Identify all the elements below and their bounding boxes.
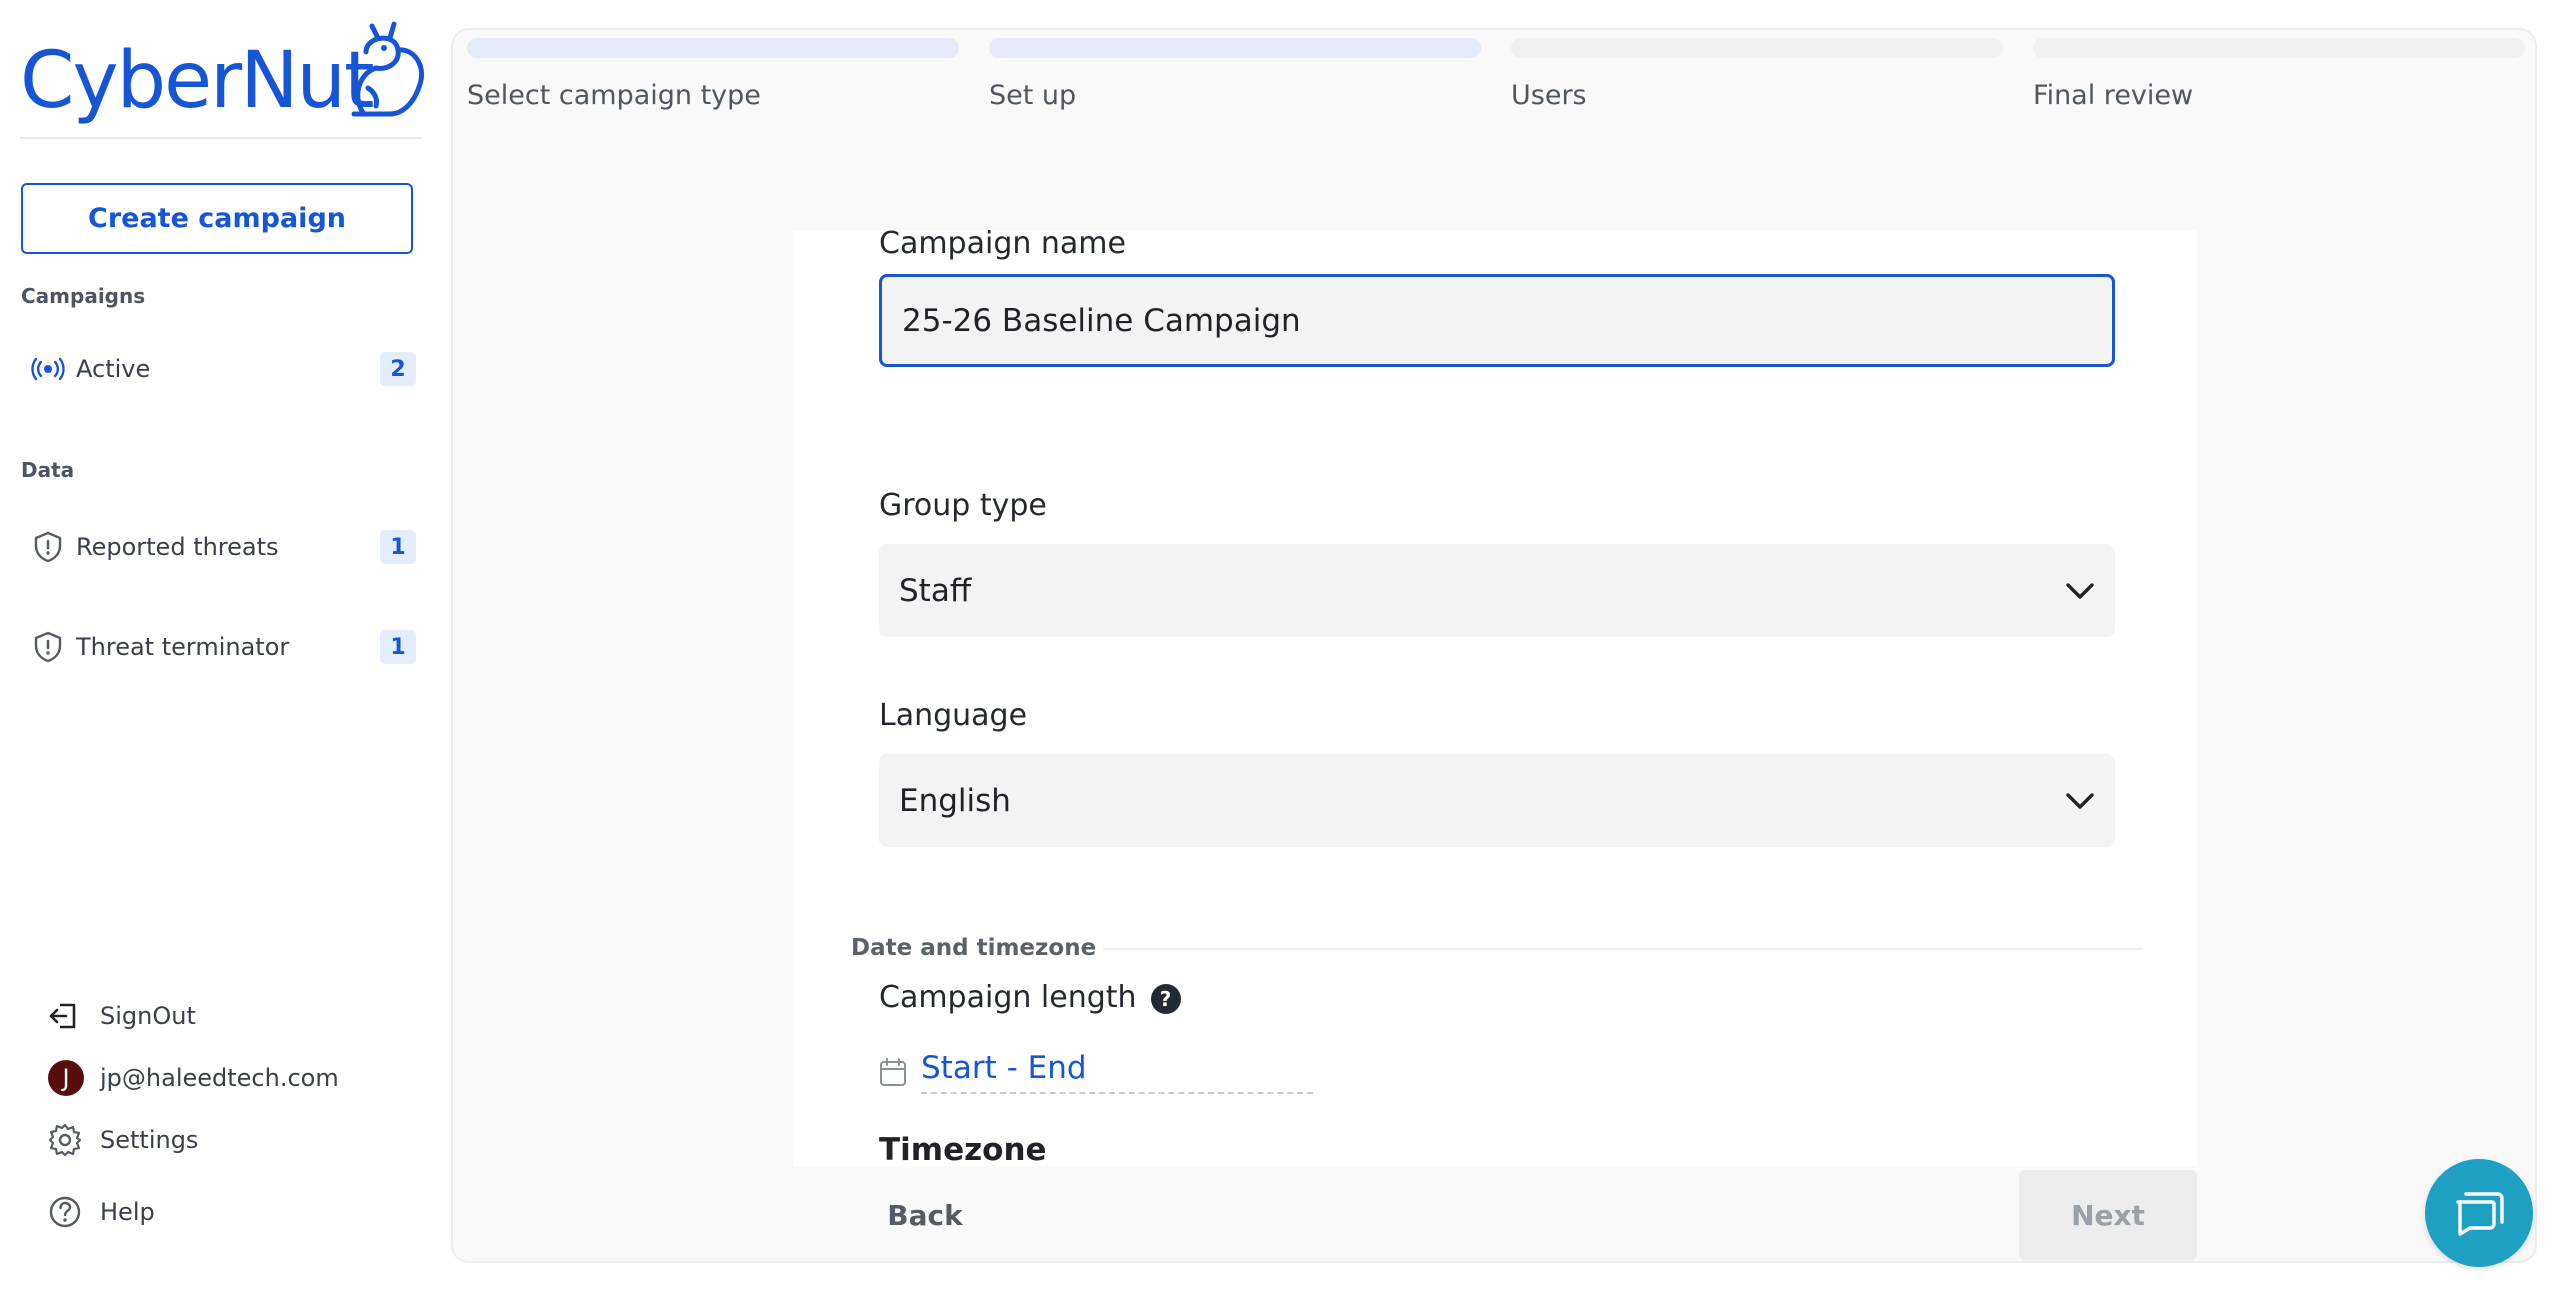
campaign-name-input[interactable]: [879, 274, 2115, 367]
gear-icon: [48, 1123, 100, 1157]
sign-out-label: SignOut: [100, 1002, 196, 1030]
chevron-down-icon: [2066, 582, 2094, 599]
step-users[interactable]: Users: [1511, 38, 2003, 111]
sign-out-icon: [48, 1002, 100, 1030]
language-value: English: [899, 782, 1011, 819]
chat-icon: [2456, 1192, 2504, 1236]
broadcast-icon: [20, 357, 76, 381]
step-label: Final review: [2033, 80, 2194, 111]
sidebar-item-threat-terminator[interactable]: Threat terminator 1: [20, 622, 416, 672]
group-type-value: Staff: [899, 572, 972, 609]
shield-icon: [20, 531, 76, 563]
logo-wordmark: CyberNut: [20, 36, 375, 126]
help-label: Help: [100, 1198, 155, 1226]
create-campaign-button[interactable]: Create campaign: [21, 183, 413, 254]
step-label: Select campaign type: [467, 80, 761, 111]
sidebar-item-label: Reported threats: [76, 533, 279, 561]
sidebar: CyberNut Create campaign Campaigns Activ…: [0, 0, 440, 1292]
date-range-placeholder: Start - End: [921, 1050, 1313, 1094]
step-progress-bar: [989, 38, 1481, 58]
help-link[interactable]: Help: [48, 1190, 155, 1234]
step-select-campaign-type[interactable]: Select campaign type: [467, 38, 959, 111]
wizard-footer: Back: [793, 1166, 2197, 1261]
setup-form-card: Campaign name Group type Staff Language …: [793, 230, 2197, 1170]
sidebar-item-active[interactable]: Active 2: [20, 344, 416, 394]
date-range-picker[interactable]: Start - End: [879, 1050, 1313, 1094]
squirrel-logo-icon: [351, 21, 424, 117]
back-button[interactable]: Back: [855, 1188, 995, 1242]
count-badge: 1: [380, 530, 416, 564]
campaign-length-text: Campaign length: [879, 980, 1137, 1015]
language-label: Language: [879, 698, 1028, 733]
count-badge: 1: [380, 630, 416, 664]
step-label: Set up: [989, 80, 1077, 111]
step-set-up[interactable]: Set up: [989, 38, 1481, 111]
chevron-down-icon: [2066, 792, 2094, 809]
sidebar-item-label: Threat terminator: [76, 633, 290, 661]
campaign-wizard-panel: Select campaign type Set up Users Final …: [451, 28, 2537, 1263]
next-button[interactable]: Next: [2019, 1170, 2197, 1260]
step-final-review[interactable]: Final review: [2033, 38, 2525, 111]
campaign-length-label: Campaign length?: [879, 980, 1181, 1015]
shield-icon: [20, 631, 76, 663]
campaign-name-label: Campaign name: [879, 230, 1126, 261]
count-badge: 2: [380, 352, 416, 386]
sidebar-item-reported-threats[interactable]: Reported threats 1: [20, 522, 416, 572]
step-progress-bar: [1511, 38, 2003, 58]
settings-link[interactable]: Settings: [48, 1118, 198, 1162]
sign-out-button[interactable]: SignOut: [48, 994, 196, 1038]
settings-label: Settings: [100, 1126, 199, 1154]
help-circle-icon: [48, 1195, 100, 1229]
wizard-stepper: Select campaign type Set up Users Final …: [467, 38, 2527, 138]
cybernut-logo[interactable]: CyberNut: [20, 18, 424, 138]
sidebar-item-label: Active: [76, 355, 151, 383]
logo-divider: [20, 137, 422, 139]
user-account[interactable]: J jp@haleedtech.com: [48, 1056, 339, 1100]
section-divider: [1103, 948, 2143, 950]
date-timezone-section-label: Date and timezone: [851, 935, 1097, 961]
group-type-select[interactable]: Staff: [879, 544, 2115, 637]
data-section-label: Data: [21, 458, 75, 482]
avatar: J: [48, 1060, 84, 1096]
campaigns-section-label: Campaigns: [21, 284, 146, 308]
calendar-icon: [880, 1058, 906, 1086]
timezone-label: Timezone: [879, 1132, 1047, 1168]
question-icon[interactable]: ?: [1150, 983, 1181, 1014]
user-email: jp@haleedtech.com: [100, 1064, 339, 1092]
chat-launcher-button[interactable]: [2425, 1159, 2533, 1267]
group-type-label: Group type: [879, 488, 1047, 523]
step-progress-bar: [2033, 38, 2525, 58]
step-label: Users: [1511, 80, 1587, 111]
language-select[interactable]: English: [879, 754, 2115, 847]
step-progress-bar: [467, 38, 959, 58]
